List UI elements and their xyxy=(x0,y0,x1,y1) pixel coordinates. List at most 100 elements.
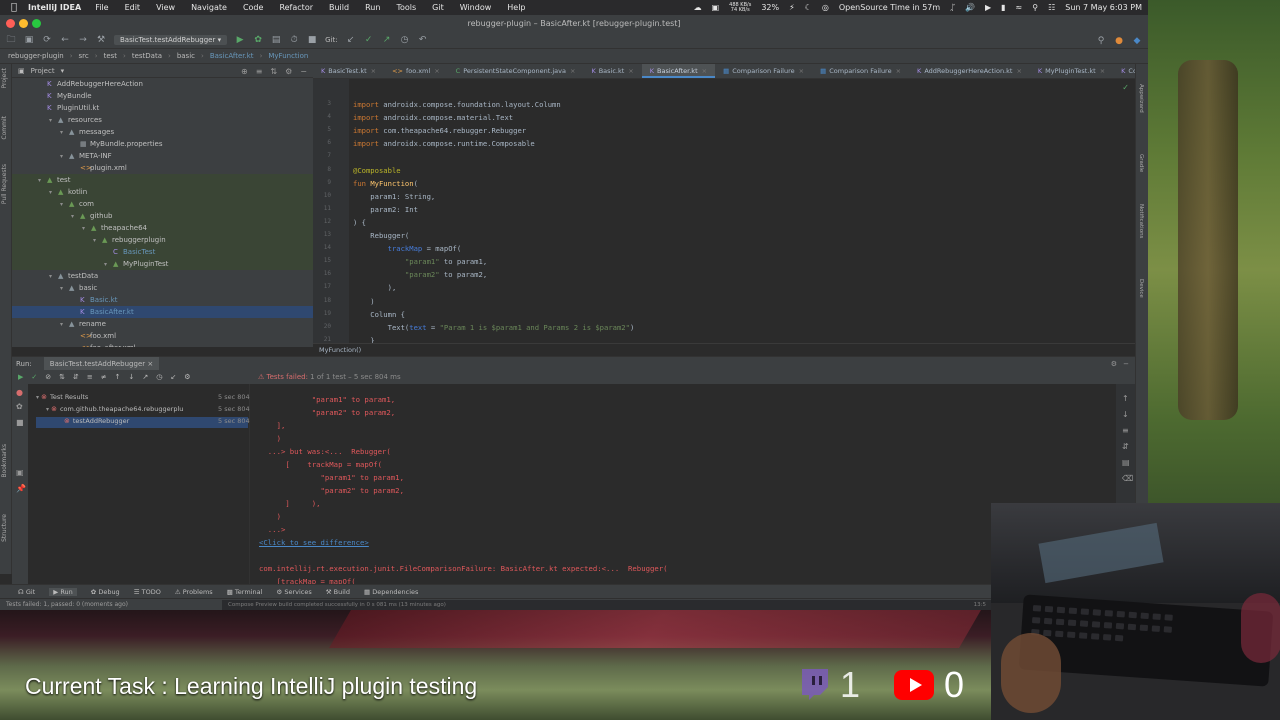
build-tool-button[interactable]: ⚒ Build xyxy=(326,588,350,596)
wrap-icon[interactable]: ≡ xyxy=(1122,426,1129,435)
profile-icon[interactable]: ⏱ xyxy=(289,35,299,45)
menu-code[interactable]: Code xyxy=(243,3,263,12)
tree-item[interactable]: <>foo_after.xml xyxy=(12,342,313,347)
bolt-icon[interactable]: ⚡ xyxy=(789,3,795,12)
zoom-window-button[interactable] xyxy=(32,19,41,28)
jetbrains-icon[interactable]: ◆ xyxy=(1132,36,1142,46)
coverage-icon[interactable]: ▤ xyxy=(271,35,281,45)
console-output[interactable]: "param1" to param1, "param2" to param2, … xyxy=(251,384,1116,584)
tree-item[interactable]: ▾ ▲ rebuggerplugin xyxy=(12,234,313,246)
gear-icon[interactable]: ⚙ xyxy=(285,67,292,76)
add-icon[interactable]: ⊕ xyxy=(241,67,248,76)
test-class-row[interactable]: ▾ ⊗ com.github.theapache64.rebuggerplu 5 … xyxy=(36,405,261,413)
tab-add-rebugger-action[interactable]: K AddRebuggerHereAction.kt × xyxy=(909,64,1030,78)
prev-icon[interactable]: ↑ xyxy=(115,373,121,381)
menu-view[interactable]: View xyxy=(156,3,175,12)
tree-item[interactable]: K BasicAfter.kt xyxy=(12,306,313,318)
menu-edit[interactable]: Edit xyxy=(125,3,141,12)
target-icon[interactable]: ◎ xyxy=(822,3,829,12)
tab-foo-xml[interactable]: <> foo.xml × xyxy=(384,64,448,78)
menu-window[interactable]: Window xyxy=(460,3,492,12)
hide-icon[interactable]: − xyxy=(1123,360,1129,368)
dependencies-tool-button[interactable]: ▦ Dependencies xyxy=(364,588,418,596)
chevron-down-icon[interactable]: ▾ xyxy=(61,67,65,75)
tree-item[interactable]: ▾ ▲ rename xyxy=(12,318,313,330)
tree-item[interactable]: K PluginUtil.kt xyxy=(12,102,313,114)
tree-item[interactable]: ▾ ▲ kotlin xyxy=(12,186,313,198)
problems-tool-button[interactable]: ⚠ Problems xyxy=(175,588,213,596)
notification-text[interactable]: Compose Preview build completed successf… xyxy=(228,602,446,608)
tree-item[interactable]: ▾ ▲ basic xyxy=(12,282,313,294)
test-results-root[interactable]: ▾ ⊗ Test Results 5 sec 804 ms xyxy=(36,393,261,401)
structure-tool-tab[interactable]: Structure xyxy=(1,514,8,542)
camera-icon[interactable]: ▣ xyxy=(16,468,24,477)
sort-icon[interactable]: ⇅ xyxy=(59,373,65,381)
run-tab[interactable]: BasicTest.testAddRebugger × xyxy=(43,356,160,371)
menu-refactor[interactable]: Refactor xyxy=(279,3,313,12)
notifications-tool-tab[interactable]: Notifications xyxy=(1138,204,1144,238)
print-icon[interactable]: ▤ xyxy=(1122,458,1130,467)
tree-item[interactable]: K Basic.kt xyxy=(12,294,313,306)
control-center-icon[interactable]: ☷ xyxy=(1048,3,1055,12)
crumb-testdata[interactable]: testData xyxy=(132,52,162,60)
save-icon[interactable]: ▣ xyxy=(24,35,34,45)
hammer-icon[interactable]: ⚒ xyxy=(96,35,106,45)
minimize-window-button[interactable] xyxy=(19,19,28,28)
sort-duration-icon[interactable]: ⇵ xyxy=(73,373,79,381)
rerun-icon[interactable]: ▶ xyxy=(18,373,23,381)
tree-item[interactable]: ▾ ▲ theapache64 xyxy=(12,222,313,234)
gradle-tool-tab[interactable]: Gradle xyxy=(1138,154,1144,172)
expand-all-icon[interactable]: ⇅ xyxy=(270,67,277,76)
tree-item[interactable]: ▦ MyBundle.properties xyxy=(12,138,313,150)
code-editor[interactable]: 3 4 5 6 7 8 9 10 11 12 13 14 15 16 17 18 19 20 21 import a… xyxy=(313,79,1135,343)
run-icon[interactable]: ▶ xyxy=(235,35,245,45)
pin-icon[interactable]: 📌 xyxy=(16,484,26,493)
moon-icon[interactable]: ☾ xyxy=(805,3,812,12)
editor-breadcrumb[interactable]: MyFunction() xyxy=(313,343,1135,356)
play-icon[interactable]: ▶ xyxy=(985,3,991,12)
caret-position[interactable]: 13:5 xyxy=(974,600,986,610)
settings-icon[interactable]: ⚙ xyxy=(184,373,190,381)
inspection-ok-icon[interactable]: ✓ xyxy=(1122,83,1129,92)
tree-item[interactable]: <>foo.xml xyxy=(12,330,313,342)
project-title[interactable]: Project xyxy=(31,67,55,75)
commit-tool-tab[interactable]: Commit xyxy=(1,116,8,140)
expand-icon[interactable]: ≡ xyxy=(87,373,93,381)
tab-basictest[interactable]: K BasicTest.kt × xyxy=(313,64,384,78)
history-icon[interactable]: ◷ xyxy=(156,373,162,381)
menu-tools[interactable]: Tools xyxy=(396,3,416,12)
back-icon[interactable]: ← xyxy=(60,35,70,45)
appwizard-tool-tab[interactable]: Appwizard xyxy=(1138,84,1144,113)
close-window-button[interactable] xyxy=(6,19,15,28)
crumb-test[interactable]: test xyxy=(104,52,117,60)
tab-comparison-failure-1[interactable]: ▦ Comparison Failure × xyxy=(715,64,812,78)
import-icon[interactable]: ↙ xyxy=(170,373,176,381)
tab-persistent-state[interactable]: C PersistentStateComponent.java × xyxy=(448,64,584,78)
forward-icon[interactable]: → xyxy=(78,35,88,45)
menu-build[interactable]: Build xyxy=(329,3,349,12)
bluetooth-icon[interactable]: ᛢ xyxy=(950,3,955,12)
rollback-icon[interactable]: ↶ xyxy=(418,35,428,45)
vcs-commit-icon[interactable]: ✓ xyxy=(364,35,374,45)
stop-test-icon[interactable]: ■ xyxy=(16,418,24,427)
tree-item[interactable]: ▾ ▲ test xyxy=(12,174,313,186)
stop-icon[interactable]: ■ xyxy=(307,35,317,45)
bookmarks-tool-tab[interactable]: Bookmarks xyxy=(1,444,8,478)
menu-git[interactable]: Git xyxy=(432,3,444,12)
collapse-icon[interactable]: ≠ xyxy=(101,373,107,381)
up-arrow-icon[interactable]: ↑ xyxy=(1122,394,1129,403)
tree-item[interactable]: K AddRebuggerHereAction xyxy=(12,78,313,90)
apple-icon[interactable]:  xyxy=(0,2,28,13)
debug-icon[interactable]: ✿ xyxy=(253,35,263,45)
device-tool-tab[interactable]: Device xyxy=(1138,279,1144,298)
search-everywhere-icon[interactable]: ⚲ xyxy=(1096,36,1106,46)
crumb-basic[interactable]: basic xyxy=(177,52,195,60)
tree-item[interactable]: ▾ ▲ MyPluginTest xyxy=(12,258,313,270)
collapse-all-icon[interactable]: ≡ xyxy=(256,67,263,76)
ignored-filter-icon[interactable]: ⊘ xyxy=(45,373,51,381)
debug-tool-button[interactable]: ✿ Debug xyxy=(91,588,120,596)
clock-text[interactable]: Sun 7 May 6:03 PM xyxy=(1065,3,1142,12)
app-menu[interactable]: IntelliJ IDEA xyxy=(28,3,81,12)
crumb-function[interactable]: MyFunction xyxy=(268,52,308,60)
next-icon[interactable]: ↓ xyxy=(129,373,135,381)
